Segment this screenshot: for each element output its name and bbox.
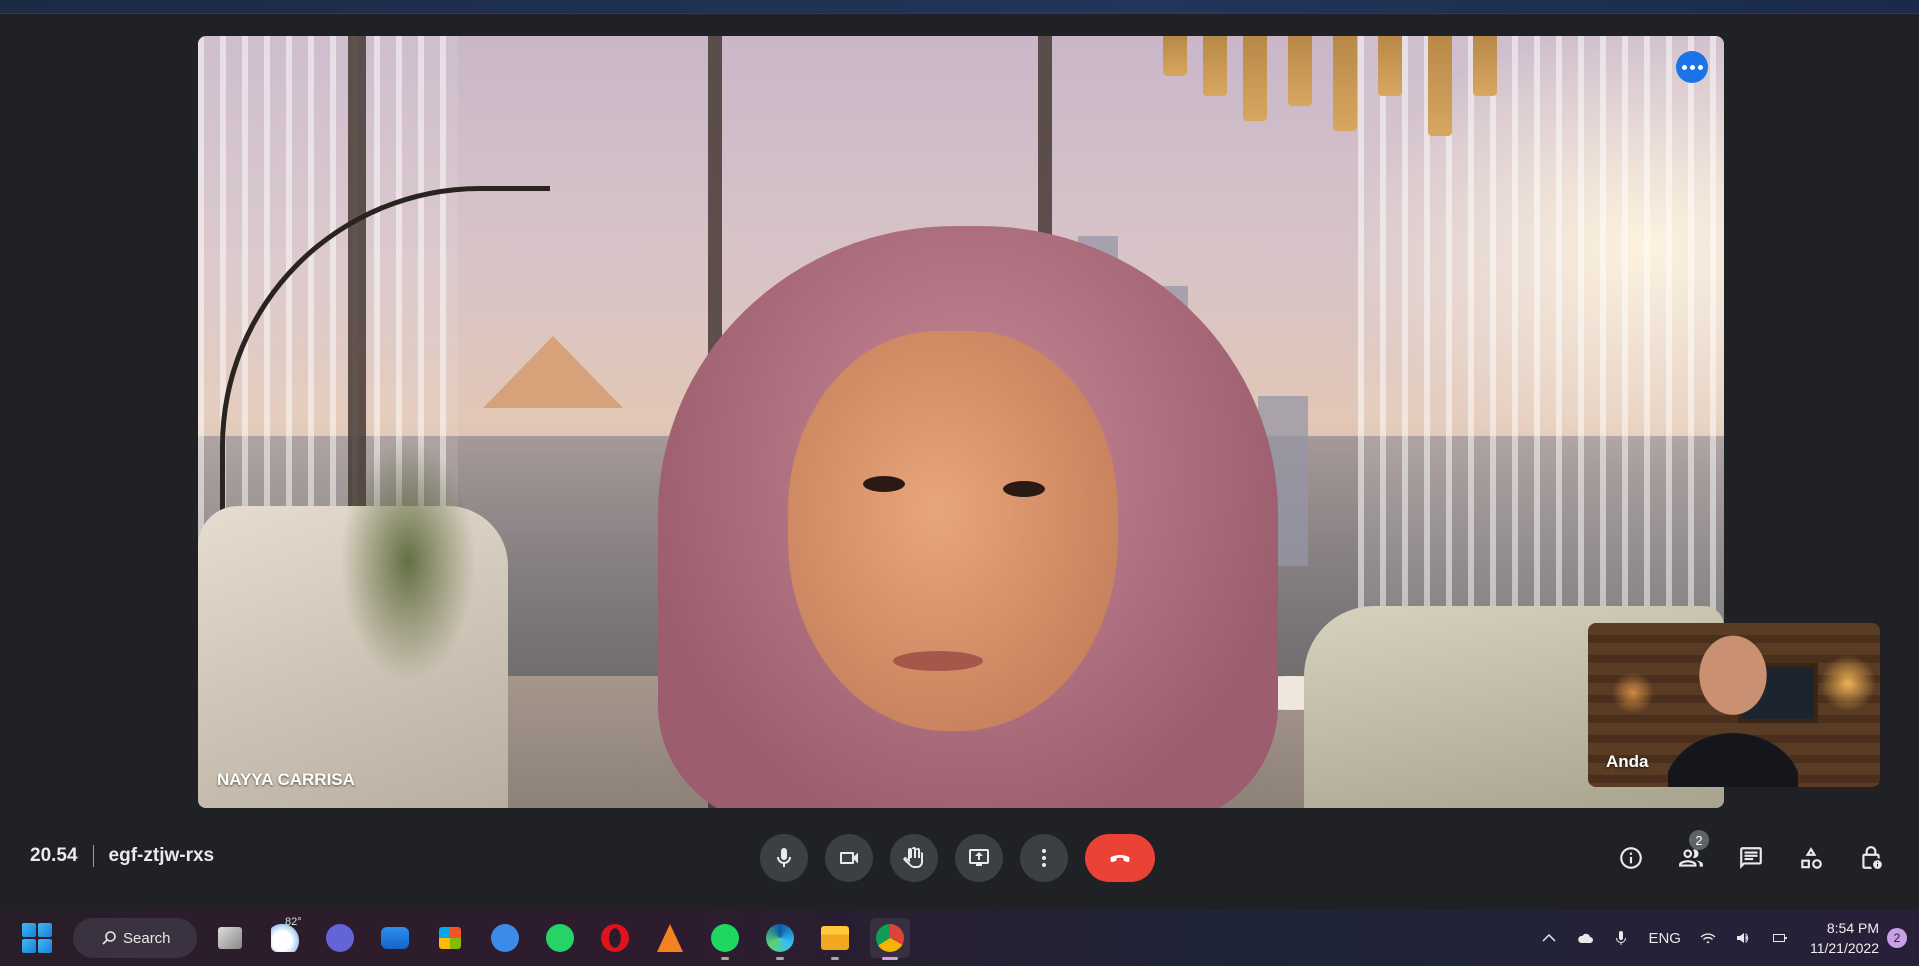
- notification-badge[interactable]: 2: [1887, 928, 1907, 948]
- host-controls-icon: [1862, 846, 1882, 869]
- vlc-cone: [657, 924, 683, 952]
- self-participant: [1668, 631, 1798, 787]
- participant-eye: [1003, 481, 1045, 497]
- pendant-light: [1288, 36, 1312, 106]
- meeting-time: 20.54: [30, 845, 78, 866]
- windows-start-icon[interactable]: [22, 923, 52, 953]
- system-tray: ENG 8:54 PM 11/21/2022 2: [1531, 910, 1919, 966]
- participant-face: [788, 331, 1118, 731]
- camera-icon: [840, 852, 858, 864]
- meeting-details: 20.54 egf-ztjw-rxs: [30, 845, 214, 867]
- self-name-label: Anda: [1606, 752, 1649, 771]
- language-indicator[interactable]: ENG: [1648, 930, 1681, 947]
- more-options-button[interactable]: [1020, 834, 1068, 882]
- opera-icon[interactable]: [595, 918, 635, 958]
- file-explorer-icon[interactable]: [815, 918, 855, 960]
- meeting-code: egf-ztjw-rxs: [108, 845, 215, 866]
- wifi-icon[interactable]: [1699, 929, 1717, 947]
- microphone-tray-icon[interactable]: [1612, 929, 1630, 947]
- mail-icon[interactable]: [375, 918, 415, 958]
- microphone-button[interactable]: [760, 834, 808, 882]
- spotify-icon[interactable]: [705, 918, 745, 960]
- camera-button[interactable]: [825, 834, 873, 882]
- pendant-light: [1243, 36, 1267, 121]
- onedrive-icon[interactable]: [1576, 929, 1594, 947]
- microphone-icon: [777, 848, 791, 867]
- present-screen-button[interactable]: [955, 834, 1003, 882]
- edge-icon[interactable]: [760, 918, 800, 960]
- host-controls-button[interactable]: [1847, 834, 1895, 882]
- teams-chat-icon[interactable]: [320, 918, 360, 958]
- clock-time: 8:54 PM: [1826, 920, 1879, 936]
- microsoft-store-icon[interactable]: [430, 918, 470, 958]
- vlc-icon[interactable]: [650, 918, 690, 958]
- activities-icon: [1801, 847, 1822, 869]
- participant-mouth: [893, 651, 983, 671]
- raise-hand-button[interactable]: [890, 834, 938, 882]
- people-count-badge: 2: [1689, 830, 1709, 850]
- chat-icon: [1740, 847, 1762, 869]
- whatsapp-icon[interactable]: [540, 918, 580, 958]
- participant-name-label: NAYYA CARRISA: [217, 770, 355, 789]
- chevron-up-icon[interactable]: [1540, 929, 1558, 947]
- meeting-details-button[interactable]: [1607, 834, 1655, 882]
- call-controls: [760, 834, 1155, 882]
- info-icon: [1620, 847, 1642, 869]
- weather-temperature: 82°: [285, 916, 302, 928]
- running-indicator: [721, 957, 729, 960]
- pendant-light: [1428, 36, 1452, 136]
- pendant-light: [1473, 36, 1497, 96]
- participant-eye: [863, 476, 905, 492]
- weather-icon[interactable]: 82°: [265, 916, 305, 958]
- pendant-light: [1163, 36, 1187, 76]
- raise-hand-icon: [903, 847, 923, 868]
- people-button[interactable]: 2: [1667, 830, 1715, 882]
- more-horizontal-icon[interactable]: [1676, 51, 1708, 83]
- pendant-light: [1203, 36, 1227, 96]
- self-view-tile[interactable]: Anda: [1588, 623, 1880, 787]
- divider: [92, 845, 94, 867]
- windows-taskbar: Search 82° ENG 8:54 PM 11/21/2022 2: [0, 910, 1919, 966]
- running-indicator: [831, 957, 839, 960]
- chrome-icon[interactable]: [870, 918, 910, 960]
- search-icon: [102, 931, 116, 945]
- side-controls: 2: [1607, 830, 1895, 882]
- window-blinds: [1358, 36, 1724, 678]
- telegram-like-icon[interactable]: [485, 918, 525, 958]
- pendant-light: [1333, 36, 1357, 131]
- search-label: Search: [123, 929, 171, 947]
- present-screen-icon: [969, 849, 989, 866]
- main-video-tile: NAYYA CARRISA: [198, 36, 1724, 808]
- taskbar-search[interactable]: Search: [73, 918, 197, 958]
- pendant-light: [1378, 36, 1402, 96]
- clock-date: 11/21/2022: [1809, 940, 1879, 956]
- running-indicator: [776, 957, 784, 960]
- end-call-icon: [1110, 854, 1130, 863]
- active-indicator: [882, 957, 898, 960]
- browser-top-strip: [0, 0, 1919, 14]
- plant: [308, 396, 508, 726]
- chat-button[interactable]: [1727, 834, 1775, 882]
- battery-icon[interactable]: [1771, 929, 1789, 947]
- volume-icon[interactable]: [1735, 929, 1753, 947]
- task-view-icon[interactable]: [210, 918, 250, 958]
- activities-button[interactable]: [1787, 834, 1835, 882]
- taskbar-clock[interactable]: 8:54 PM 11/21/2022: [1810, 918, 1879, 958]
- more-vertical-icon: [1042, 849, 1046, 867]
- meeting-control-bar: 20.54 egf-ztjw-rxs 2: [0, 820, 1919, 894]
- end-call-button[interactable]: [1085, 834, 1155, 882]
